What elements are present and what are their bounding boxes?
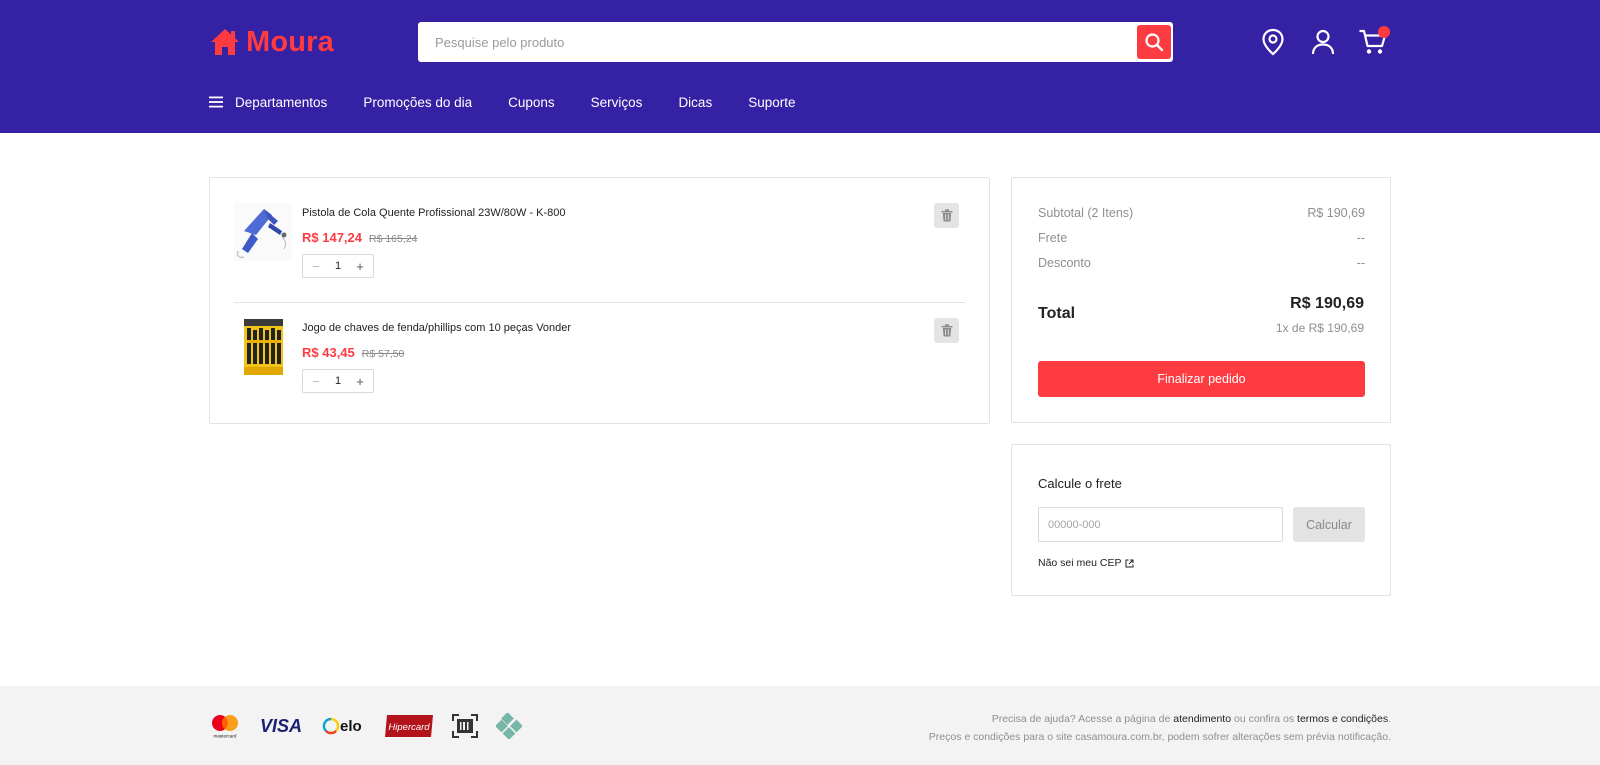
search-icon xyxy=(1144,32,1164,52)
shipping-calculator-title: Calcule o frete xyxy=(1038,476,1122,491)
remove-item-button[interactable] xyxy=(934,203,959,228)
elo-icon: elo xyxy=(322,715,366,737)
help-prefix: Precisa de ajuda? Acesse a página de xyxy=(991,713,1171,725)
product-old-price: R$ 165,24 xyxy=(369,233,418,245)
calculate-shipping-button[interactable]: Calcular xyxy=(1293,507,1365,542)
cart-items-panel: Pistola de Cola Quente Profissional 23W/… xyxy=(209,177,990,424)
elo-label: elo xyxy=(340,718,362,735)
cart-button[interactable] xyxy=(1358,26,1390,57)
subtotal-row: Subtotal (2 Itens) R$ 190,69 xyxy=(1038,206,1365,220)
product-image[interactable] xyxy=(234,203,292,261)
house-icon xyxy=(209,27,241,57)
nav-coupons[interactable]: Cupons xyxy=(508,95,555,110)
user-icon xyxy=(1310,28,1336,56)
search-input[interactable] xyxy=(418,22,1118,62)
discount-label: Desconto xyxy=(1038,256,1091,270)
logo-text: Moura xyxy=(246,25,334,58)
subtotal-value: R$ 190,69 xyxy=(1307,206,1365,220)
price-notice: Preços e condições para o site casamoura… xyxy=(928,731,1391,743)
nav-support[interactable]: Suporte xyxy=(748,95,795,110)
support-link[interactable]: atendimento xyxy=(1173,713,1231,725)
quantity-stepper: − 1 + xyxy=(302,369,374,393)
shipping-calculator: Calcule o frete Calcular Não sei meu CEP xyxy=(1011,444,1391,596)
product-name[interactable]: Pistola de Cola Quente Profissional 23W/… xyxy=(302,207,566,219)
pix-icon xyxy=(496,713,522,739)
mastercard-icon: mastercard xyxy=(208,713,242,739)
search-button[interactable] xyxy=(1137,25,1171,59)
shipping-value: -- xyxy=(1356,231,1365,245)
hipercard-label: Hipercard xyxy=(388,722,430,733)
installments-text: 1x de R$ 190,69 xyxy=(1275,321,1364,335)
decrease-quantity-button[interactable]: − xyxy=(309,259,323,274)
discount-row: Desconto -- xyxy=(1038,256,1365,270)
logo[interactable]: Moura xyxy=(209,24,334,60)
mastercard-label: mastercard xyxy=(214,734,237,739)
nav-services[interactable]: Serviços xyxy=(591,95,643,110)
quantity-value[interactable]: 1 xyxy=(335,375,341,387)
product-price: R$ 147,24 xyxy=(302,230,362,245)
help-middle: ou confira os xyxy=(1233,713,1295,725)
map-pin-icon xyxy=(1260,28,1286,56)
subtotal-label: Subtotal (2 Itens) xyxy=(1038,206,1134,220)
price-row: R$ 43,45 R$ 57,50 xyxy=(302,345,404,360)
increase-quantity-button[interactable]: + xyxy=(353,259,367,274)
total-label: Total xyxy=(1038,305,1076,322)
increase-quantity-button[interactable]: + xyxy=(353,374,367,389)
nav-promotions[interactable]: Promoções do dia xyxy=(363,95,472,110)
product-old-price: R$ 57,50 xyxy=(361,348,405,360)
order-summary: Subtotal (2 Itens) R$ 190,69 Frete -- De… xyxy=(1011,177,1391,423)
payment-methods: mastercard VISA elo Hipercard xyxy=(208,711,540,741)
product-name[interactable]: Jogo de chaves de fenda/phillips com 10 … xyxy=(302,322,571,334)
cart-badge xyxy=(1378,26,1390,38)
menu-icon xyxy=(209,96,223,108)
decrease-quantity-button[interactable]: − xyxy=(309,374,323,389)
product-price: R$ 43,45 xyxy=(302,345,355,360)
nav-departments[interactable]: Departamentos xyxy=(209,95,327,110)
find-cep-label: Não sei meu CEP xyxy=(1038,557,1122,569)
location-button[interactable] xyxy=(1258,27,1288,57)
external-link-icon xyxy=(1125,559,1134,568)
footer-text: Precisa de ajuda? Acesse a página de ate… xyxy=(929,710,1391,746)
site-footer: mastercard VISA elo Hipercard Precisa de… xyxy=(0,686,1600,765)
glue-gun-icon xyxy=(234,203,292,261)
cep-input[interactable] xyxy=(1038,507,1283,542)
total-value: R$ 190,69 xyxy=(1290,295,1364,312)
account-button[interactable] xyxy=(1308,27,1338,57)
trash-icon xyxy=(941,324,953,337)
shipping-label: Frete xyxy=(1038,231,1068,245)
help-suffix: . xyxy=(1388,713,1391,725)
discount-value: -- xyxy=(1356,256,1365,270)
price-row: R$ 147,24 R$ 165,24 xyxy=(302,230,417,245)
screwdriver-set-icon xyxy=(234,318,292,376)
main-nav: Departamentos Promoções do dia Cupons Se… xyxy=(209,92,832,112)
visa-label: VISA xyxy=(260,716,302,736)
help-line: Precisa de ajuda? Acesse a página de ate… xyxy=(929,710,1391,728)
site-header: Moura Departamentos Promoções xyxy=(0,0,1600,133)
shipping-row: Frete -- xyxy=(1038,231,1365,245)
quantity-value[interactable]: 1 xyxy=(335,260,341,272)
cart-item: Pistola de Cola Quente Profissional 23W/… xyxy=(234,195,965,303)
cart-item: Jogo de chaves de fenda/phillips com 10 … xyxy=(234,310,965,418)
checkout-button[interactable]: Finalizar pedido xyxy=(1038,361,1365,397)
product-image[interactable] xyxy=(234,318,292,376)
nav-tips[interactable]: Dicas xyxy=(678,95,712,110)
quantity-stepper: − 1 + xyxy=(302,254,374,278)
remove-item-button[interactable] xyxy=(934,318,959,343)
find-cep-link[interactable]: Não sei meu CEP xyxy=(1038,557,1134,569)
boleto-icon xyxy=(452,714,478,738)
visa-icon: VISA xyxy=(260,716,304,736)
trash-icon xyxy=(941,209,953,222)
nav-departments-label: Departamentos xyxy=(235,94,328,110)
hipercard-icon: Hipercard xyxy=(384,714,434,738)
search-bar xyxy=(418,22,1173,62)
terms-link[interactable]: termos e condições xyxy=(1297,713,1388,725)
